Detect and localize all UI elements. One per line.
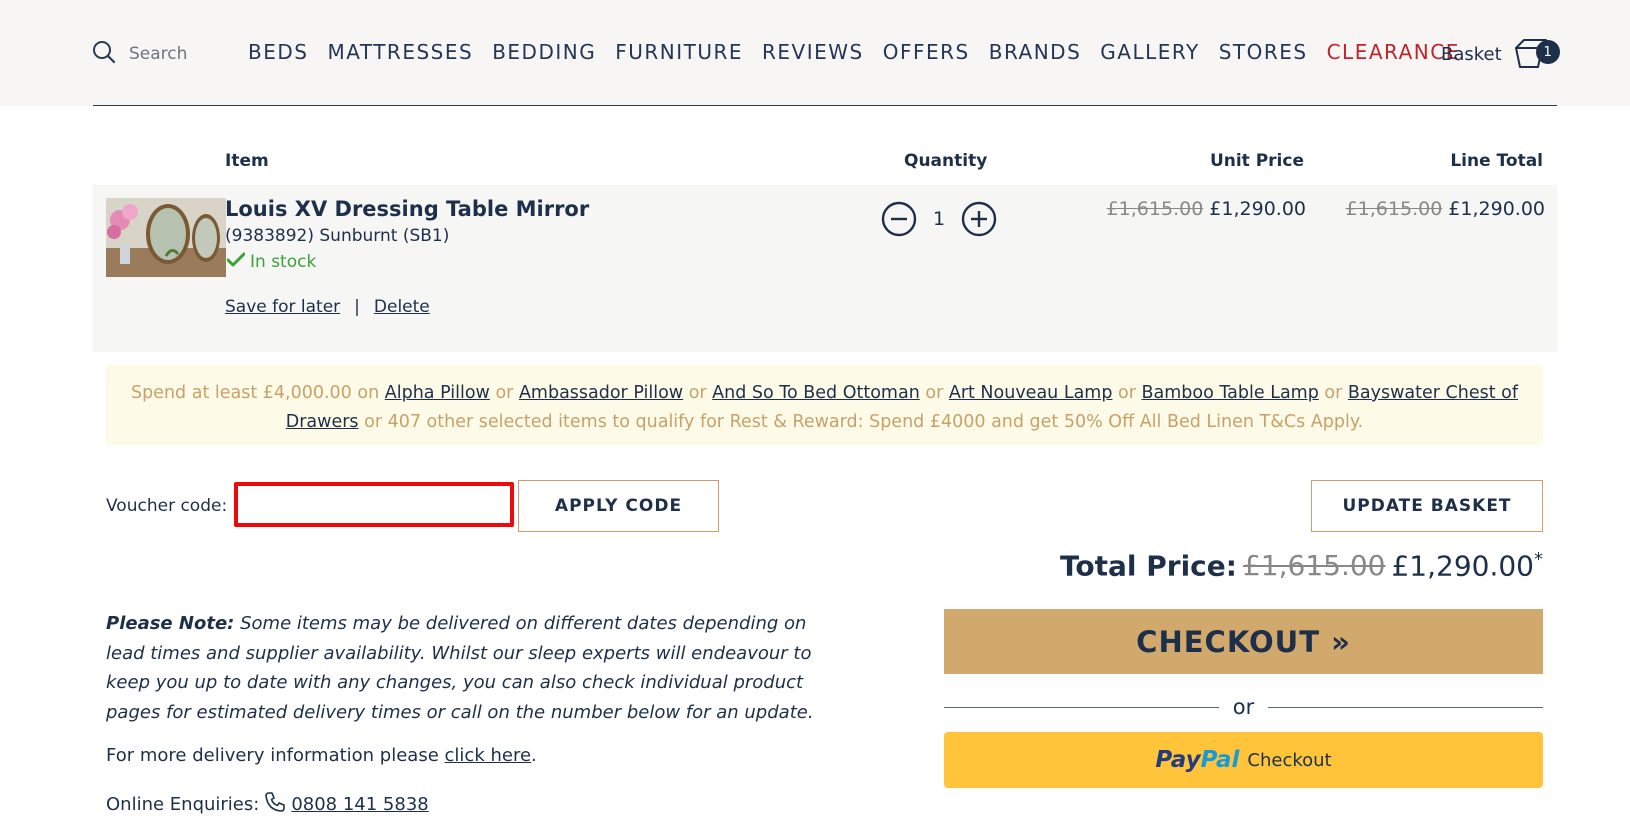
total-price-old: £1,615.00 bbox=[1242, 549, 1386, 583]
or-text: or bbox=[1232, 695, 1255, 719]
action-separator: | bbox=[354, 297, 360, 317]
save-for-later-link[interactable]: Save for later bbox=[225, 297, 340, 317]
main-nav: BEDS MATTRESSES BEDDING FURNITURE REVIEW… bbox=[248, 40, 1460, 64]
line-total-old: £1,615.00 bbox=[1345, 198, 1443, 220]
minus-circle-icon bbox=[881, 201, 917, 237]
nav-item-stores[interactable]: STORES bbox=[1219, 40, 1308, 64]
promo-or: or bbox=[1118, 383, 1136, 403]
nav-item-furniture[interactable]: FURNITURE bbox=[615, 40, 743, 64]
promo-link-alpha-pillow[interactable]: Alpha Pillow bbox=[385, 383, 490, 403]
promo-link-ottoman[interactable]: And So To Bed Ottoman bbox=[712, 383, 920, 403]
nav-item-mattresses[interactable]: MATTRESSES bbox=[327, 40, 473, 64]
nav-item-offers[interactable]: OFFERS bbox=[883, 40, 970, 64]
total-price-label: Total Price: bbox=[1060, 549, 1237, 583]
unit-price-old: £1,615.00 bbox=[1106, 198, 1204, 220]
delete-link[interactable]: Delete bbox=[374, 297, 430, 317]
promo-or: or bbox=[1324, 383, 1343, 403]
nav-item-gallery[interactable]: GALLERY bbox=[1100, 40, 1199, 64]
search-icon bbox=[92, 40, 116, 68]
total-price-current: £1,290.00 bbox=[1391, 549, 1534, 583]
online-enquiries: Online Enquiries: 0808 141 5838 bbox=[106, 790, 429, 819]
line-total-current: £1,290.00 bbox=[1448, 198, 1545, 220]
promo-intro: Spend at least £4,000.00 on bbox=[130, 383, 380, 403]
delivery-info: For more delivery information please cli… bbox=[106, 745, 537, 766]
paypal-logo: PayPal bbox=[1155, 747, 1240, 773]
promo-or: or bbox=[925, 383, 944, 403]
decrease-quantity-button[interactable] bbox=[880, 200, 918, 238]
search-trigger[interactable]: Search bbox=[92, 40, 187, 68]
quantity-value[interactable]: 1 bbox=[928, 208, 950, 230]
phone-icon bbox=[263, 790, 287, 819]
column-header-unit-price: Unit Price bbox=[1209, 151, 1304, 171]
checkout-button[interactable]: CHECKOUT » bbox=[944, 609, 1543, 674]
unit-price-current: £1,290.00 bbox=[1209, 198, 1306, 220]
phone-link[interactable]: 0808 141 5838 bbox=[291, 794, 428, 815]
nav-item-brands[interactable]: BRANDS bbox=[989, 40, 1082, 64]
stock-label: In stock bbox=[250, 252, 317, 272]
check-icon bbox=[226, 252, 246, 272]
nav-item-clearance[interactable]: CLEARANCE bbox=[1327, 40, 1460, 64]
or-divider: or bbox=[944, 694, 1544, 720]
delivery-info-text: For more delivery information please bbox=[106, 745, 439, 766]
promo-link-bamboo-lamp[interactable]: Bamboo Table Lamp bbox=[1142, 383, 1319, 403]
column-header-line-total: Line Total bbox=[1450, 151, 1543, 171]
promo-outro: or 407 other selected items to qualify f… bbox=[364, 412, 1364, 432]
promo-link-ambassador-pillow[interactable]: Ambassador Pillow bbox=[519, 383, 683, 403]
product-thumbnail[interactable] bbox=[106, 198, 226, 277]
plus-circle-icon bbox=[961, 201, 997, 237]
quantity-stepper: 1 bbox=[880, 200, 998, 238]
voucher-code-input[interactable] bbox=[234, 482, 514, 527]
total-price: Total Price: £1,615.00 £1,290.00* bbox=[1060, 549, 1543, 582]
paypal-checkout-button[interactable]: PayPal Checkout bbox=[944, 732, 1543, 788]
product-sku: (9383892) Sunburnt (SB1) bbox=[225, 226, 450, 246]
promo-or: or bbox=[495, 383, 514, 403]
item-actions: Save for later | Delete bbox=[225, 297, 430, 317]
promo-link-art-nouveau-lamp[interactable]: Art Nouveau Lamp bbox=[949, 383, 1113, 403]
delivery-note: Please Note: Some items may be delivered… bbox=[106, 609, 826, 727]
line-total: £1,615.00 £1,290.00 bbox=[1346, 198, 1545, 220]
nav-item-bedding[interactable]: BEDDING bbox=[492, 40, 596, 64]
paypal-checkout-label: Checkout bbox=[1247, 749, 1332, 771]
header-divider bbox=[93, 105, 1557, 106]
promo-banner: Spend at least £4,000.00 on Alpha Pillow… bbox=[106, 365, 1543, 445]
unit-price: £1,615.00 £1,290.00 bbox=[1107, 198, 1306, 220]
column-header-item: Item bbox=[225, 151, 269, 171]
update-basket-button[interactable]: UPDATE BASKET bbox=[1311, 480, 1543, 532]
delivery-click-here-link[interactable]: click here bbox=[445, 745, 532, 766]
enquiries-label: Online Enquiries: bbox=[106, 794, 260, 815]
basket-icon: 1 bbox=[1510, 36, 1560, 72]
site-header: Search BEDS MATTRESSES BEDDING FURNITURE… bbox=[0, 0, 1630, 106]
total-asterisk: * bbox=[1534, 549, 1543, 570]
stock-status: In stock bbox=[226, 252, 317, 272]
increase-quantity-button[interactable] bbox=[960, 200, 998, 238]
nav-item-beds[interactable]: BEDS bbox=[248, 40, 308, 64]
product-name[interactable]: Louis XV Dressing Table Mirror bbox=[225, 197, 589, 221]
apply-code-button[interactable]: APPLY CODE bbox=[518, 480, 719, 532]
basket-item-row: Louis XV Dressing Table Mirror (9383892)… bbox=[93, 185, 1557, 352]
nav-item-reviews[interactable]: REVIEWS bbox=[762, 40, 864, 64]
search-label: Search bbox=[129, 44, 188, 64]
promo-or: or bbox=[688, 383, 707, 403]
basket-link[interactable]: Basket 1 bbox=[1441, 36, 1560, 72]
please-note-label: Please Note: bbox=[106, 613, 235, 634]
column-header-quantity: Quantity bbox=[904, 151, 988, 171]
basket-label: Basket bbox=[1441, 43, 1502, 65]
basket-count-badge: 1 bbox=[1535, 40, 1560, 64]
voucher-label: Voucher code: bbox=[106, 496, 228, 516]
